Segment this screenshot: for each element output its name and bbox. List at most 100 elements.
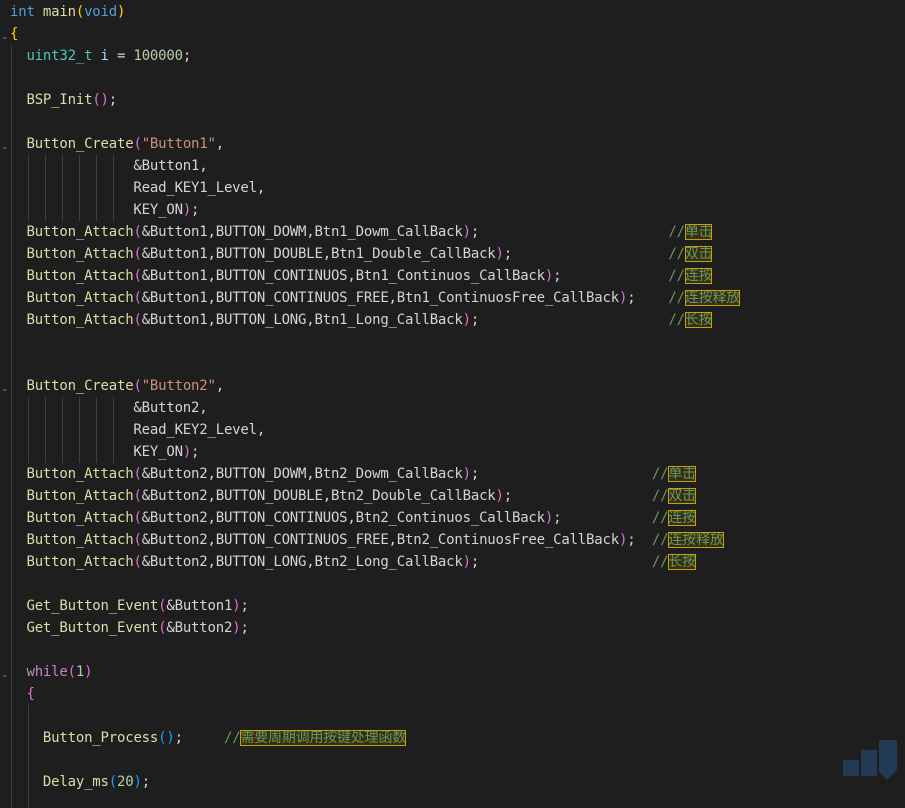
code-token: ): [618, 290, 628, 306]
comment-text: 单击: [684, 224, 713, 240]
code-token: //: [223, 730, 241, 746]
code-token: (: [133, 136, 142, 152]
code-token: Button_Attach: [26, 466, 134, 482]
code-token: &Button1,BUTTON_CONTINUOS,Btn1_Continuos…: [141, 268, 545, 284]
comment-text: 长按: [668, 554, 696, 570]
code-line[interactable]: Button_Process(); //需要周期调用按键处理函数: [10, 727, 406, 749]
code-line[interactable]: Read_KEY1_Level,: [10, 177, 265, 199]
code-token: ): [182, 202, 192, 218]
code-token: ;: [191, 202, 200, 218]
code-editor[interactable]: int main(void){ uint32_t i = 100000; BSP…: [0, 0, 905, 808]
code-token: main: [42, 4, 76, 20]
code-token: &Button2,BUTTON_CONTINUOS_FREE,Btn2_Cont…: [141, 532, 619, 548]
indent-guide: [62, 155, 63, 221]
code-line[interactable]: Read_KEY2_Level,: [10, 419, 265, 441]
code-line[interactable]: BSP_Init();: [10, 89, 117, 111]
code-line[interactable]: while(1): [10, 661, 92, 683]
code-line[interactable]: Get_Button_Event(&Button1);: [10, 595, 248, 617]
code-line[interactable]: Button_Attach(&Button1,BUTTON_CONTINUOS,…: [10, 265, 713, 287]
code-line[interactable]: {: [10, 683, 34, 705]
fold-chevron-icon[interactable]: ⌄: [1, 143, 9, 152]
fold-chevron-icon[interactable]: ⌄: [1, 33, 9, 42]
code-token: ,: [215, 136, 224, 152]
code-line[interactable]: Button_Attach(&Button1,BUTTON_DOUBLE,Btn…: [10, 243, 713, 265]
code-token: Button_Attach: [26, 510, 134, 526]
code-token: void: [84, 4, 117, 20]
code-line[interactable]: Get_Button_Event(&Button2);: [10, 617, 249, 639]
comment-text: 双击: [684, 246, 713, 262]
code-line[interactable]: Button_Attach(&Button1,BUTTON_DOWM,Btn1_…: [10, 221, 713, 243]
code-token: &Button2,BUTTON_CONTINUOS,Btn2_Continuos…: [141, 510, 545, 526]
code-line[interactable]: Button_Attach(&Button2,BUTTON_CONTINUOS_…: [10, 529, 724, 551]
code-line[interactable]: Button_Attach(&Button1,BUTTON_CONTINUOS_…: [10, 287, 740, 309]
code-line[interactable]: Button_Attach(&Button2,BUTTON_DOUBLE,Btn…: [10, 485, 696, 507]
comment-text: 需要周期调用按键处理函数: [240, 730, 407, 746]
code-line[interactable]: Button_Create("Button1",: [10, 133, 224, 155]
code-token: //: [668, 268, 685, 284]
code-token: 20: [117, 774, 134, 790]
code-token: Button_Attach: [26, 268, 134, 284]
code-line[interactable]: Button_Create("Button2",: [10, 375, 224, 397]
code-line[interactable]: Button_Attach(&Button1,BUTTON_LONG,Btn1_…: [10, 309, 713, 331]
indent-guide: [45, 155, 46, 221]
code-token: //: [668, 290, 685, 306]
code-line[interactable]: &Button2,: [10, 397, 207, 419]
indent-guide: [28, 705, 29, 808]
code-line[interactable]: uint32_t i = 100000;: [10, 45, 191, 67]
code-token: //: [651, 466, 669, 482]
code-line[interactable]: Button_Attach(&Button2,BUTTON_DOWM,Btn2_…: [10, 463, 696, 485]
code-token: &Button1,: [10, 158, 208, 174]
code-line[interactable]: Button_Attach(&Button2,BUTTON_LONG,Btn2_…: [10, 551, 696, 573]
code-token: ,: [215, 378, 224, 394]
comment-text: 连按: [668, 510, 696, 526]
code-line[interactable]: {: [10, 23, 18, 45]
fold-chevron-icon[interactable]: ⌄: [1, 385, 9, 394]
code-token: &Button2: [166, 620, 233, 636]
code-token: ;: [470, 554, 480, 570]
code-token: BSP_Init: [26, 92, 93, 108]
code-line[interactable]: int main(void): [10, 1, 125, 23]
indent-guide: [96, 397, 97, 463]
code-token: (: [133, 290, 142, 306]
code-token: (): [158, 730, 175, 746]
fold-chevron-icon[interactable]: ⌄: [1, 671, 9, 680]
code-token: //: [651, 488, 669, 504]
comment-text: 单击: [668, 466, 696, 482]
code-line[interactable]: KEY_ON);: [10, 441, 199, 463]
code-token: Button_Create: [26, 378, 134, 394]
code-token: &Button2,BUTTON_DOUBLE,Btn2_Double_CallB…: [141, 488, 496, 504]
code-line[interactable]: KEY_ON);: [10, 199, 199, 221]
code-token: //: [668, 224, 685, 240]
code-token: =: [108, 48, 134, 64]
code-token: (: [67, 664, 76, 680]
code-token: ): [544, 268, 554, 284]
code-token: 100000: [133, 48, 183, 64]
indent-guide: [79, 155, 80, 221]
indent-guide: [45, 397, 46, 463]
code-token: Get_Button_Event: [26, 598, 159, 614]
code-line[interactable]: Delay_ms(20);: [10, 771, 150, 793]
code-line[interactable]: &Button1,: [10, 155, 208, 177]
code-token: //: [668, 246, 685, 262]
code-token: &Button2,BUTTON_LONG,Btn2_Long_CallBack: [141, 554, 463, 570]
code-token: Button_Attach: [26, 554, 134, 570]
code-line[interactable]: Button_Attach(&Button2,BUTTON_CONTINUOS,…: [10, 507, 696, 529]
code-token: ;: [240, 620, 249, 636]
indent-guide: [62, 397, 63, 463]
